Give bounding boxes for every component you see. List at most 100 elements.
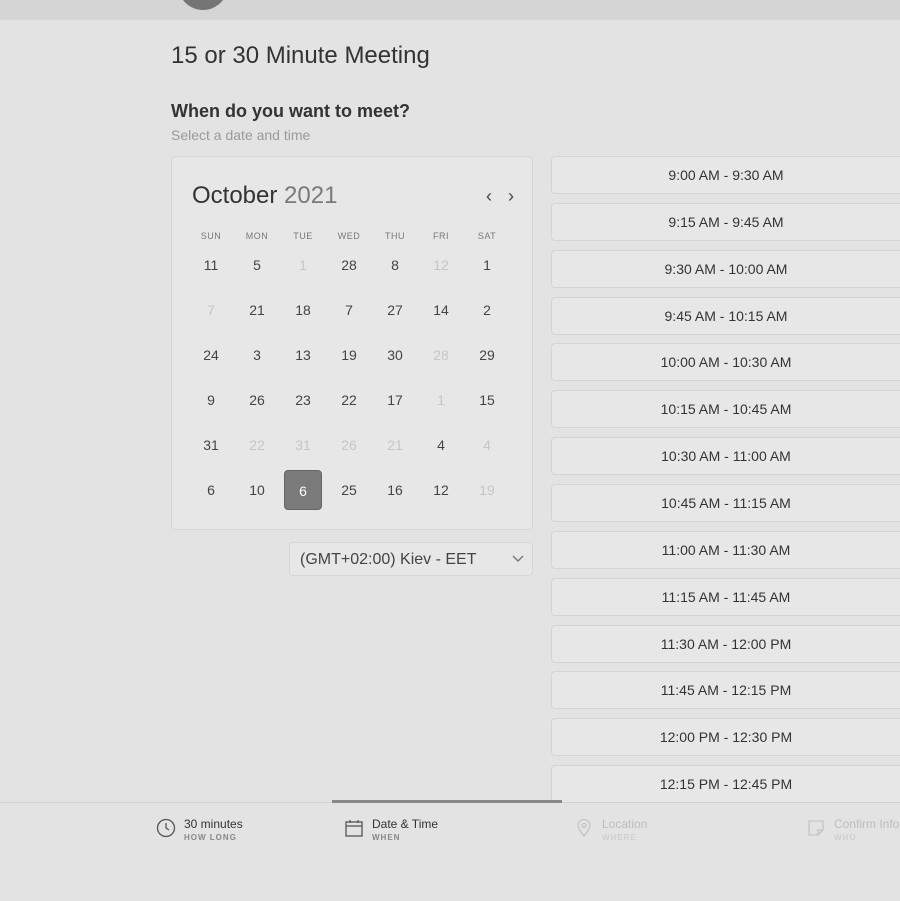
weekday-label: MON: [245, 231, 269, 241]
calendar-day[interactable]: 24: [192, 335, 230, 375]
calendar-day[interactable]: 18: [284, 290, 322, 330]
calendar-day[interactable]: 11: [192, 245, 230, 285]
time-slot-label: 9:30 AM - 10:00 AM: [664, 260, 788, 277]
time-slot-label: 10:00 AM - 10:30 AM: [660, 354, 792, 371]
step-sublabel: WHO: [834, 833, 857, 842]
step-sublabel: WHERE: [602, 833, 637, 842]
time-slot-button[interactable]: 9:00 AM - 9:30 AM: [551, 156, 900, 194]
clock-icon: [156, 818, 176, 838]
time-slot-button[interactable]: 11:15 AM - 11:45 AM: [551, 577, 900, 616]
chevron-right-icon: ›: [508, 186, 514, 206]
time-slot-label: 12:00 PM - 12:30 PM: [659, 729, 793, 746]
step-label: 30 minutes: [184, 817, 243, 831]
calendar-day[interactable]: 15: [468, 380, 506, 420]
calendar-day[interactable]: 14: [422, 290, 460, 330]
calendar-day[interactable]: 19: [330, 335, 368, 375]
weekday-label: TUE: [293, 231, 313, 241]
weekday-label: FRI: [433, 231, 449, 241]
calendar-day[interactable]: 25: [330, 470, 368, 510]
calendar-day: 7: [207, 302, 215, 318]
calendar-day[interactable]: 10: [238, 470, 276, 510]
calendar-day[interactable]: 27: [376, 290, 414, 330]
calendar-day[interactable]: 30: [376, 335, 414, 375]
time-slot-label: 11:15 AM - 11:45 AM: [661, 588, 791, 605]
calendar-day[interactable]: 3: [238, 335, 276, 375]
time-slot-label: 12:15 PM - 12:45 PM: [659, 776, 793, 793]
time-slot-label: 10:15 AM - 10:45 AM: [660, 401, 792, 418]
time-slot-label: 10:45 AM - 11:15 AM: [661, 494, 791, 511]
calendar-day: 31: [295, 437, 311, 453]
calendar-day: 26: [341, 437, 357, 453]
calendar-day: 4: [483, 437, 491, 453]
step-label: Date & Time: [372, 817, 439, 831]
calendar-day[interactable]: 6: [192, 470, 230, 510]
prev-month-button[interactable]: ‹: [480, 186, 498, 206]
calendar-day[interactable]: 12: [422, 470, 460, 510]
time-slot-label: 9:45 AM - 10:15 AM: [664, 307, 788, 324]
calendar-day[interactable]: 26: [238, 380, 276, 420]
time-slot-button[interactable]: 9:45 AM - 10:15 AM: [551, 296, 900, 335]
step-sublabel: WHEN: [372, 833, 401, 842]
calendar-title: October 2021: [192, 182, 337, 210]
time-slot-label: 10:30 AM - 11:00 AM: [661, 448, 791, 465]
avatar: [178, 0, 228, 10]
chevron-left-icon: ‹: [486, 186, 492, 206]
calendar-day[interactable]: 13: [284, 335, 322, 375]
time-slot-button[interactable]: 10:15 AM - 10:45 AM: [551, 390, 900, 429]
calendar-day: 21: [387, 437, 403, 453]
calendar-day[interactable]: 23: [284, 380, 322, 420]
calendar-day[interactable]: 4: [422, 425, 460, 465]
section-heading: When do you want to meet?: [171, 101, 410, 121]
calendar-day[interactable]: 29: [468, 335, 506, 375]
calendar-day[interactable]: 5: [238, 245, 276, 285]
time-slot-label: 9:15 AM - 9:45 AM: [668, 213, 784, 230]
calendar-day[interactable]: 21: [238, 290, 276, 330]
time-slot-button[interactable]: 11:00 AM - 11:30 AM: [551, 530, 900, 569]
time-slot-button[interactable]: 10:45 AM - 11:15 AM: [551, 483, 900, 522]
calendar-day[interactable]: 28: [330, 245, 368, 285]
time-slot-button[interactable]: 11:45 AM - 12:15 PM: [551, 671, 900, 710]
time-slot-button[interactable]: 11:30 AM - 12:00 PM: [551, 624, 900, 663]
calendar-day[interactable]: 22: [330, 380, 368, 420]
calendar-day: 12: [433, 257, 449, 273]
time-slot-button[interactable]: 9:30 AM - 10:00 AM: [551, 249, 900, 288]
top-bar: [0, 0, 900, 20]
time-slot-button[interactable]: 10:30 AM - 11:00 AM: [551, 437, 900, 476]
calendar-day[interactable]: 7: [330, 290, 368, 330]
calendar-day: 22: [249, 437, 265, 453]
time-slot-button[interactable]: 12:15 PM - 12:45 PM: [551, 765, 900, 804]
step-label: Location: [602, 817, 648, 831]
calendar-day: 1: [437, 392, 445, 408]
calendar-day[interactable]: 16: [376, 470, 414, 510]
weekday-label: THU: [385, 231, 405, 241]
active-step-indicator: [332, 800, 562, 803]
timezone-value: (GMT+02:00) Kiev - EET: [300, 551, 477, 568]
calendar-month: October: [192, 182, 278, 209]
weekday-label: SUN: [200, 231, 222, 241]
calendar-day[interactable]: 1: [468, 245, 506, 285]
calendar-day-selected[interactable]: 6: [284, 470, 322, 510]
weekday-label: WED: [337, 231, 361, 241]
time-slot-button[interactable]: 12:00 PM - 12:30 PM: [551, 718, 900, 757]
calendar-day[interactable]: 2: [468, 290, 506, 330]
calendar-day[interactable]: 31: [192, 425, 230, 465]
time-slot-button[interactable]: 10:00 AM - 10:30 AM: [551, 343, 900, 382]
step-label: Confirm Info: [834, 817, 900, 831]
step-sublabel: HOW LONG: [184, 833, 237, 842]
calendar-day[interactable]: 9: [192, 380, 230, 420]
note-icon: [808, 820, 824, 836]
time-slot-label: 11:45 AM - 12:15 PM: [660, 682, 792, 699]
section-subtitle: Select a date and time: [171, 127, 311, 143]
time-slot-button[interactable]: 9:15 AM - 9:45 AM: [551, 202, 900, 241]
next-month-button[interactable]: ›: [502, 186, 520, 206]
timezone-select[interactable]: (GMT+02:00) Kiev - EET: [289, 542, 533, 576]
calendar-day[interactable]: 8: [376, 245, 414, 285]
step-navigation: 30 minutes HOW LONG Date & Time WHEN Loc…: [0, 800, 900, 901]
calendar-day: 19: [479, 482, 495, 498]
calendar-day[interactable]: 17: [376, 380, 414, 420]
calendar-year: 2021: [284, 182, 338, 209]
calendar-day: 28: [433, 347, 449, 363]
calendar: October 2021 ‹ › SUN MON TUE WED THU FRI SAT 1…: [171, 156, 533, 530]
time-slot-label: 9:00 AM - 9:30 AM: [668, 167, 784, 183]
calendar-icon: [345, 820, 363, 837]
